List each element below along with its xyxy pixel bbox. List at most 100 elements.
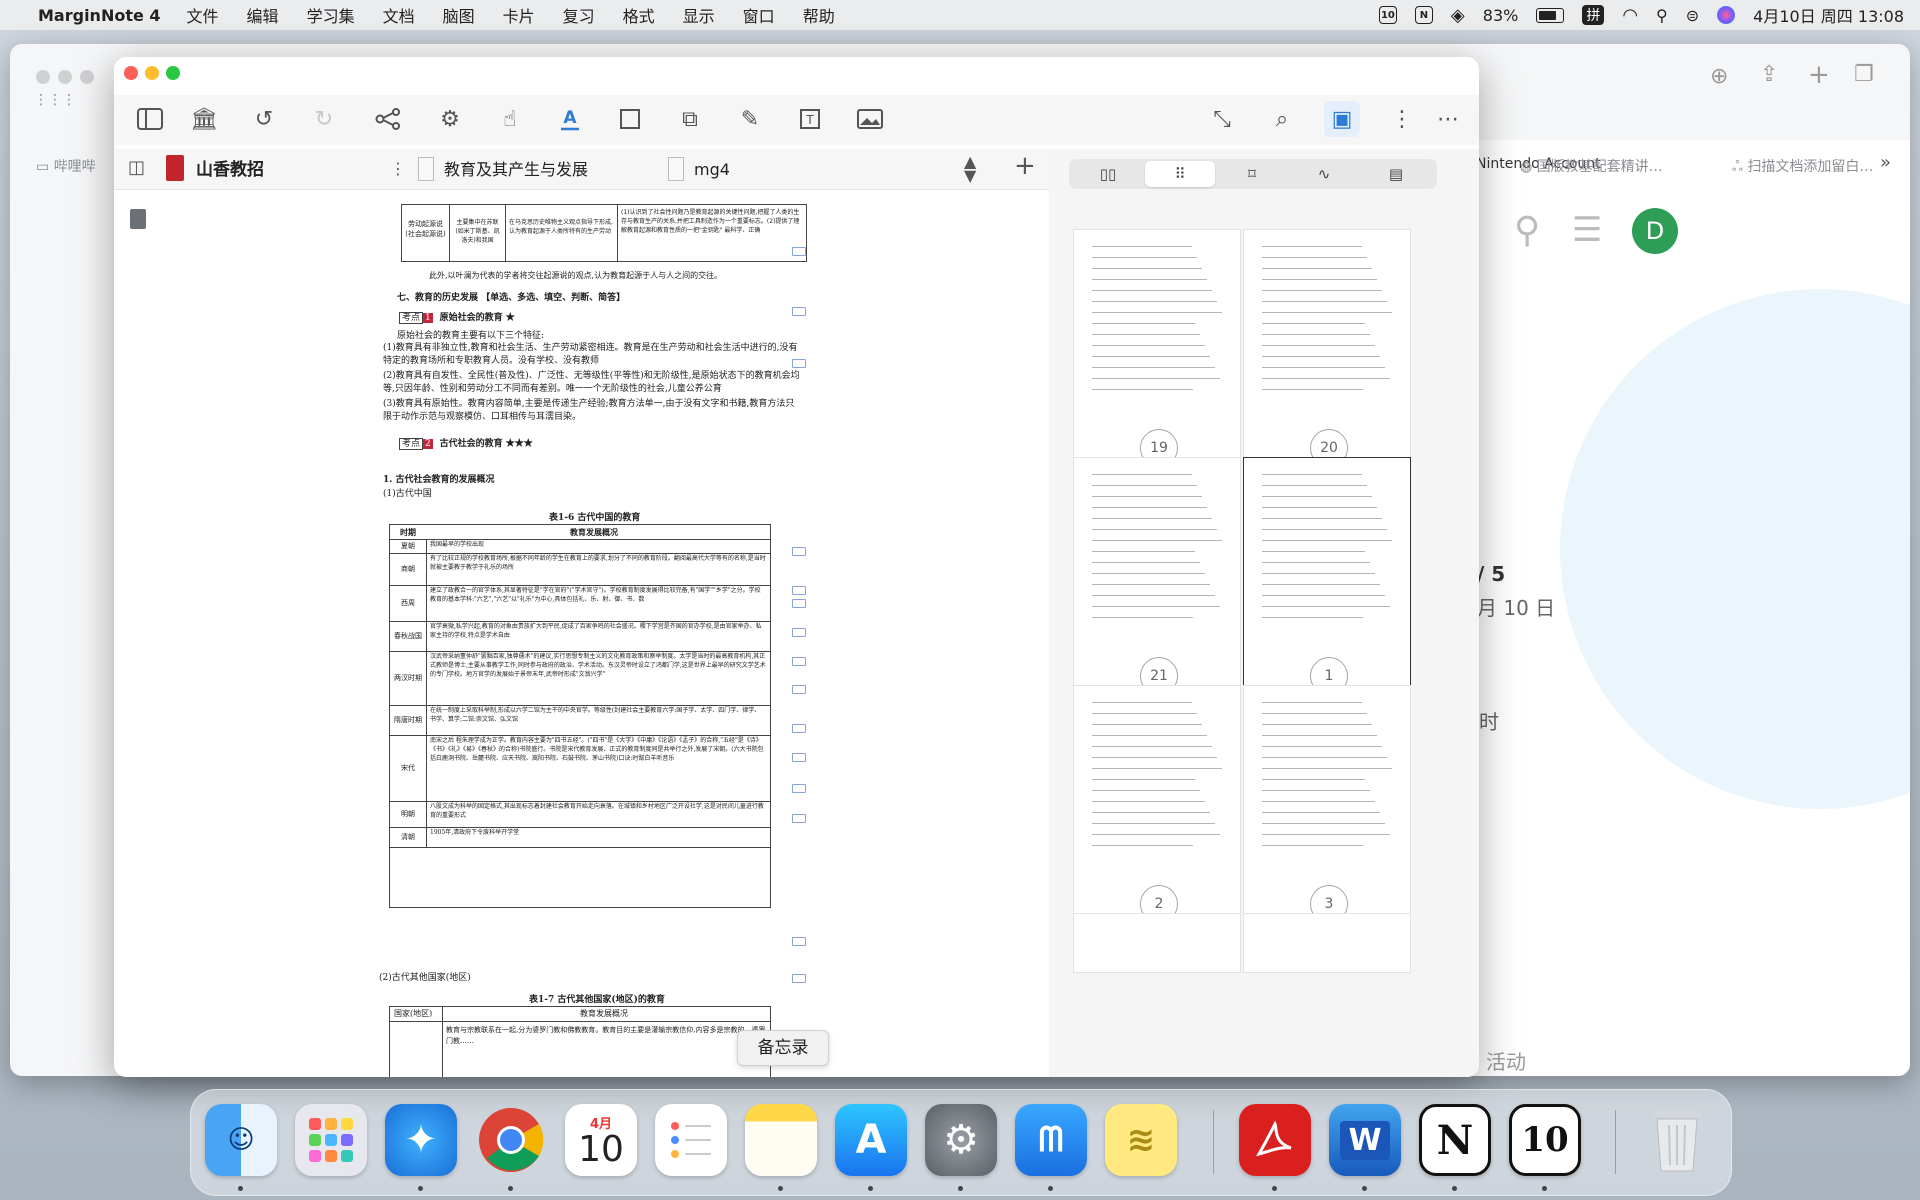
margin-note-marker[interactable] (792, 307, 806, 316)
new-tab-icon[interactable]: + (1808, 60, 1830, 90)
wifi-icon[interactable]: ◠ (1622, 5, 1638, 26)
margin-note-marker[interactable] (792, 657, 806, 666)
notion-status-icon[interactable]: N (1414, 6, 1433, 24)
margin-note-marker[interactable] (792, 586, 806, 595)
dock-chrome-icon[interactable] (475, 1104, 547, 1176)
dock-acrobat-icon[interactable] (1239, 1104, 1311, 1176)
margin-note-marker[interactable] (792, 359, 806, 368)
image-icon[interactable] (852, 101, 888, 137)
library-icon[interactable]: 🏛 (186, 101, 222, 137)
download-icon[interactable]: ⊕ (1710, 64, 1728, 89)
sort-arrows-icon[interactable]: ▲ ▼ (964, 154, 976, 184)
share-icon[interactable]: ⇪ (1760, 62, 1778, 87)
split-view-icon[interactable]: ◫ (128, 157, 145, 178)
sidebar-icon[interactable] (132, 101, 168, 137)
page-thumbnail[interactable] (1073, 913, 1241, 973)
zoom-button-inactive[interactable] (80, 70, 94, 84)
page-thumbnail[interactable]: 2 (1073, 685, 1241, 923)
bookmark-panel-icon[interactable]: ▣ (1324, 101, 1360, 137)
search-document-icon[interactable]: ⌕ (1264, 101, 1300, 137)
margin-note-marker[interactable] (792, 753, 806, 762)
clock-datetime[interactable]: 4月10日 周四 13:08 (1753, 3, 1904, 27)
redo-icon[interactable]: ↻ (306, 101, 342, 137)
bg-tab-1[interactable]: ▭ 哔哩哔 (36, 152, 96, 182)
search-icon[interactable]: ⚲ (1514, 210, 1540, 251)
page-thumbnail[interactable] (1243, 913, 1411, 973)
dock-marginnote-icon[interactable]: ᗰ (1015, 1104, 1087, 1176)
mindmap-icon[interactable] (370, 101, 406, 137)
dock-app-store-icon[interactable]: A (835, 1104, 907, 1176)
tab-document-1[interactable]: 教育及其产生与发展 (444, 155, 588, 185)
menu-format[interactable]: 格式 (623, 3, 655, 27)
menu-study-set[interactable]: 学习集 (307, 3, 355, 27)
more-horizontal-icon[interactable]: ⋯ (1430, 101, 1466, 137)
pdf-viewer[interactable]: 劳动起源说 (社会起源说) 主要集中在苏联 (如米丁斯基、凯 洛夫)和我国 在马… (349, 190, 819, 1077)
menu-help[interactable]: 帮助 (803, 3, 835, 27)
more-vertical-icon[interactable]: ⋮ (1384, 101, 1420, 137)
comment-icon[interactable]: ▤ (1361, 161, 1431, 187)
dock-marginnote-10-icon[interactable]: 10 (1509, 1104, 1581, 1176)
margin-note-marker[interactable] (792, 724, 806, 733)
bookmark-icon[interactable]: ⌑ (1217, 161, 1287, 187)
menu-document[interactable]: 文档 (383, 3, 415, 27)
book-view-icon[interactable]: ▯▯ (1073, 161, 1143, 187)
margin-note-marker[interactable] (792, 247, 806, 256)
margin-note-marker[interactable] (792, 685, 806, 694)
margin-note-marker[interactable] (792, 547, 806, 556)
dock-launchpad-icon[interactable] (295, 1104, 367, 1176)
battery-icon[interactable] (1536, 7, 1565, 23)
gear-icon[interactable]: ⚙ (432, 101, 468, 137)
spotlight-search-icon[interactable]: ⚲ (1656, 6, 1668, 25)
layers-status-icon[interactable]: ◈ (1451, 5, 1465, 26)
crop-icon[interactable]: ⧉ (672, 101, 708, 137)
avatar[interactable]: D (1632, 208, 1678, 254)
menu-mindmap[interactable]: 脑图 (443, 3, 475, 27)
margin-note-marker[interactable] (792, 937, 806, 946)
calendar-status-icon[interactable]: 10 (1378, 6, 1397, 24)
tab-notebook[interactable]: 山香教招 (196, 155, 264, 185)
dock-notion-icon[interactable]: N (1419, 1104, 1491, 1176)
pen-icon[interactable]: ✎ (732, 101, 768, 137)
dock-system-settings-icon[interactable]: ⚙ (925, 1104, 997, 1176)
dock-safari-icon[interactable]: ✦ (385, 1104, 457, 1176)
handwriting-icon[interactable]: ∿ (1289, 161, 1359, 187)
input-method-icon[interactable]: 拼 (1582, 5, 1605, 25)
dock-finder-icon[interactable]: ☺ (205, 1104, 277, 1176)
close-button[interactable] (124, 66, 138, 80)
menu-card[interactable]: 卡片 (503, 3, 535, 27)
grid-apps-icon[interactable]: ⋮⋮⋮ (34, 92, 76, 108)
minimize-button[interactable] (145, 66, 159, 80)
margin-note-marker[interactable] (792, 599, 806, 608)
text-box-icon[interactable]: T (792, 101, 828, 137)
margin-note-marker[interactable] (792, 974, 806, 983)
text-highlight-icon[interactable]: A (552, 101, 588, 137)
page-thumbnail[interactable]: 1 (1243, 457, 1411, 695)
grid-view-icon[interactable]: ⠿ (1145, 161, 1215, 187)
app-menu[interactable]: MarginNote 4 (38, 6, 161, 25)
dock-notes-icon[interactable] (745, 1104, 817, 1176)
menu-edit[interactable]: 编辑 (247, 3, 279, 27)
page-thumbnail[interactable]: 3 (1243, 685, 1411, 923)
control-center-icon[interactable]: ⊜ (1686, 6, 1699, 25)
page-thumbnail[interactable]: 21 (1073, 457, 1241, 695)
menu-window[interactable]: 窗口 (743, 3, 775, 27)
close-button-inactive[interactable] (36, 70, 50, 84)
zoom-button[interactable] (166, 66, 180, 80)
tab-document-2[interactable]: mg4 (694, 155, 730, 185)
undo-icon[interactable]: ↺ (246, 101, 282, 137)
page-thumbnail[interactable]: 19 (1073, 229, 1241, 467)
tab-more-icon[interactable]: ⋮ (390, 159, 406, 178)
outline-icon[interactable] (130, 209, 146, 229)
dock-trash-icon[interactable] (1641, 1104, 1713, 1176)
siri-icon[interactable] (1717, 6, 1736, 24)
margin-note-marker[interactable] (792, 628, 806, 637)
dock-calendar-icon[interactable]: 4月 10 (565, 1104, 637, 1176)
add-tab-icon[interactable]: + (1014, 151, 1036, 181)
margin-note-marker[interactable] (792, 784, 806, 793)
dock-stickies-icon[interactable]: ≋ (1105, 1104, 1177, 1176)
tab-overview-icon[interactable]: ❐ (1854, 62, 1874, 87)
select-rect-icon[interactable] (612, 101, 648, 137)
collapse-icon[interactable]: ⤡ (1204, 101, 1240, 137)
margin-note-marker[interactable] (792, 814, 806, 823)
hand-icon[interactable]: ☝ (492, 101, 528, 137)
